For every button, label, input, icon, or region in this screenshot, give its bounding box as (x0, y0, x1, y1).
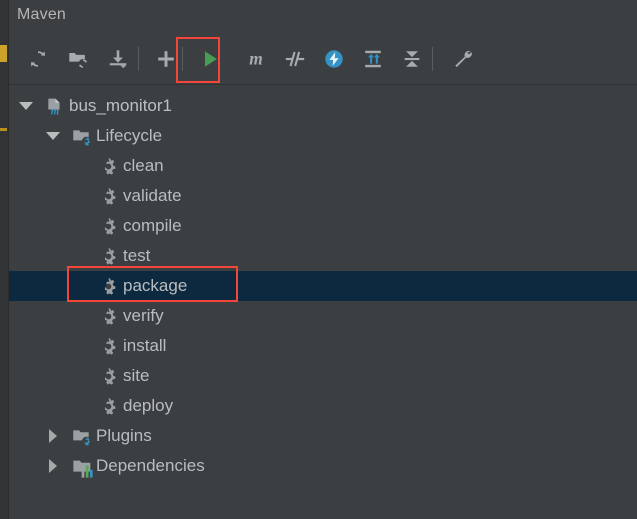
gutter-marker-line (0, 128, 7, 131)
goal-gear-icon (99, 397, 117, 415)
editor-gutter-strip (0, 0, 9, 519)
maven-tool-window: Maven m m bus_monitor1 Lifecycle clean valid… (0, 0, 637, 519)
toolbar-separator-3 (432, 47, 433, 71)
tree-item-label: Dependencies (96, 456, 205, 475)
download-sources-icon[interactable] (102, 43, 134, 75)
gutter-marker-block (0, 45, 7, 62)
tree-item-deploy[interactable]: deploy (9, 391, 637, 421)
dependencies-folder-icon (72, 457, 93, 478)
chevron-right-icon[interactable] (45, 428, 61, 444)
add-icon[interactable] (150, 43, 182, 75)
tree-item-clean[interactable]: clean (9, 151, 637, 181)
add-maven-projects-icon[interactable] (62, 43, 94, 75)
tree-item-label: compile (123, 216, 182, 235)
goal-gear-icon (99, 157, 117, 175)
tree-item-label: deploy (123, 396, 174, 415)
tree-item-Plugins[interactable]: Plugins (9, 421, 637, 451)
tree-item-label: test (123, 246, 151, 265)
toolbar-separator-1 (138, 47, 139, 71)
maven-module-icon: m (45, 97, 63, 118)
execute-maven-goal-icon[interactable]: m (240, 43, 272, 75)
maven-settings-icon[interactable] (447, 43, 479, 75)
tool-window-body: Maven m m bus_monitor1 Lifecycle clean valid… (9, 0, 637, 519)
svg-text:m: m (51, 106, 59, 118)
tree-item-bus_monitor1[interactable]: m bus_monitor1 (9, 91, 637, 121)
chevron-down-icon[interactable] (18, 98, 34, 114)
tree-item-verify[interactable]: verify (9, 301, 637, 331)
chevron-right-icon[interactable] (45, 458, 61, 474)
toggle-skip-tests-icon[interactable] (279, 43, 311, 75)
lifecycle-folder-icon (72, 127, 91, 146)
chevron-down-icon[interactable] (45, 128, 61, 144)
goal-gear-icon (99, 307, 117, 325)
tool-window-header: Maven (9, 0, 637, 33)
svg-text:m: m (249, 49, 263, 69)
tree-item-label: clean (123, 156, 164, 175)
tree-item-label: install (123, 336, 167, 355)
tree-item-label: validate (123, 186, 182, 205)
tree-item-label: site (123, 366, 150, 385)
toolbar-separator-2 (182, 47, 183, 71)
expand-all-icon[interactable] (357, 43, 389, 75)
tree-item-label: Plugins (96, 426, 152, 445)
goal-gear-icon (99, 217, 117, 235)
page-title: Maven (17, 6, 67, 23)
collapse-all-icon[interactable] (396, 43, 428, 75)
tree-item-validate[interactable]: validate (9, 181, 637, 211)
tree-item-site[interactable]: site (9, 361, 637, 391)
tree-item-Dependencies[interactable]: Dependencies (9, 451, 637, 481)
maven-toolbar: m (9, 33, 637, 85)
tree-item-Lifecycle[interactable]: Lifecycle (9, 121, 637, 151)
toggle-offline-mode-icon[interactable] (318, 43, 350, 75)
tree-item-compile[interactable]: compile (9, 211, 637, 241)
reload-all-maven-projects-icon[interactable] (22, 43, 54, 75)
run-maven-build-icon[interactable] (194, 43, 226, 75)
maven-project-tree[interactable]: m bus_monitor1 Lifecycle clean validate compi… (9, 86, 637, 519)
goal-gear-icon (99, 187, 117, 205)
goal-gear-icon (99, 277, 117, 295)
tree-item-install[interactable]: install (9, 331, 637, 361)
tree-item-label: verify (123, 306, 164, 325)
tree-item-package[interactable]: package (9, 271, 637, 301)
plugins-folder-icon (72, 427, 91, 446)
tree-item-label: package (123, 276, 188, 295)
tree-item-label: Lifecycle (96, 126, 163, 145)
goal-gear-icon (99, 337, 117, 355)
goal-gear-icon (99, 367, 117, 385)
tree-item-label: bus_monitor1 (69, 96, 173, 115)
goal-gear-icon (99, 247, 117, 265)
tree-item-test[interactable]: test (9, 241, 637, 271)
